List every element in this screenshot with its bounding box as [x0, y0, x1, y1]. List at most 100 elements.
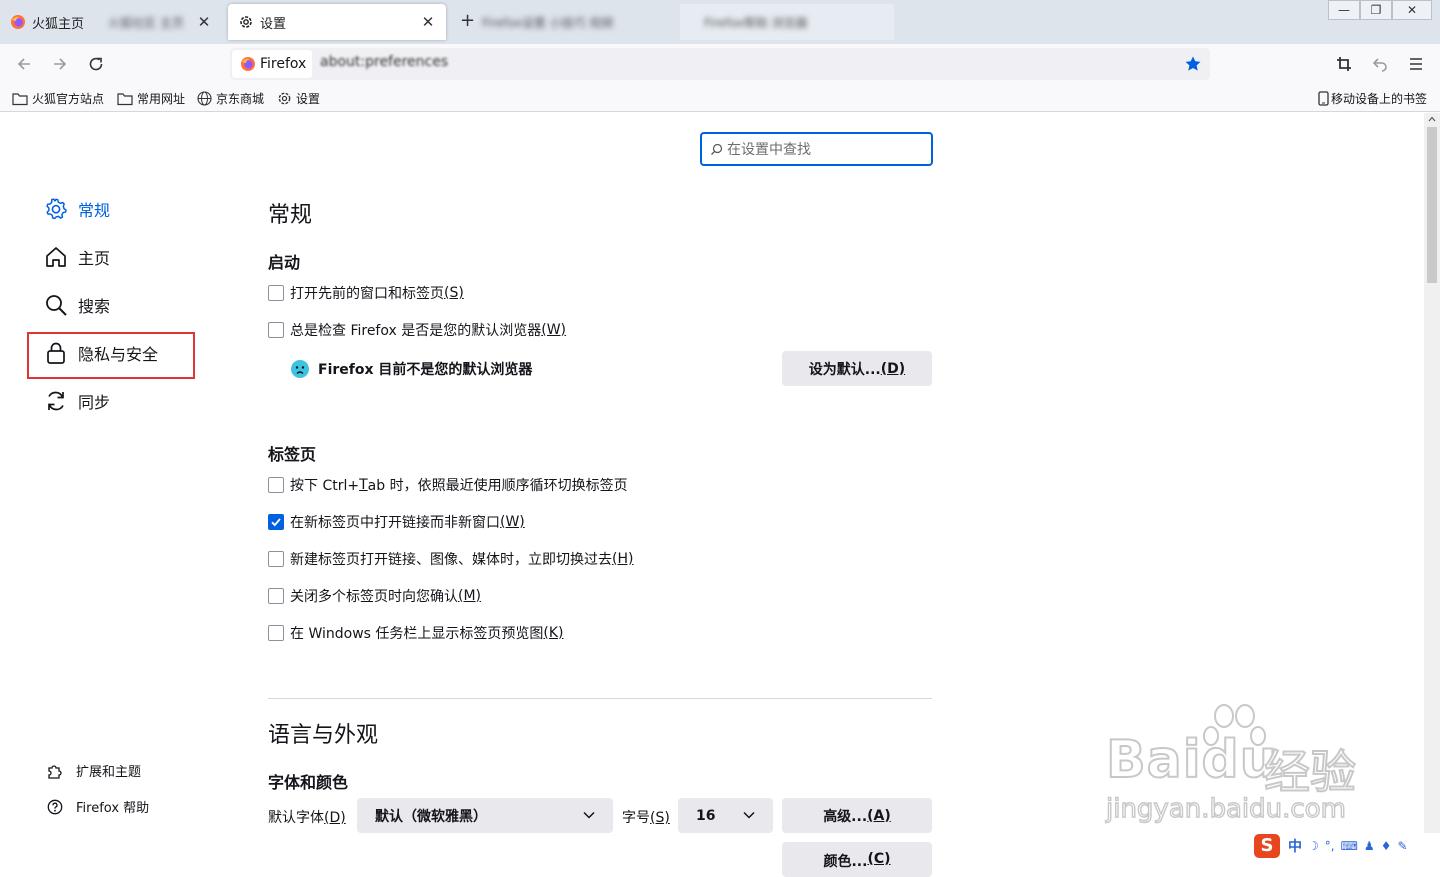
category-label: 搜索 [78, 297, 111, 316]
checkbox-box[interactable] [268, 514, 284, 530]
puzzle-piece-icon [48, 764, 62, 779]
switch-to-new-tab-checkbox[interactable]: 新建标签页打开链接、图像、媒体时，立即切换过去 (H) [268, 549, 633, 569]
access-key: (A) [867, 807, 891, 824]
bookmark-item[interactable]: 火狐官方站点 [12, 90, 104, 107]
extensions-themes-link[interactable]: 扩展和主题 [46, 761, 141, 780]
warn-close-tabs-checkbox[interactable]: 关闭多个标签页时向您确认 (M) [268, 586, 481, 606]
search-input[interactable]: 在设置中查找 [700, 132, 933, 166]
scrollbar-thumb[interactable] [1427, 127, 1437, 283]
button-label: 设为默认... [808, 361, 881, 378]
gear-icon [46, 198, 67, 220]
window-controls: — ❐ ✕ [1328, 0, 1432, 20]
bookmark-star-icon[interactable] [1184, 55, 1202, 73]
language-appearance-title: 语言与外观 [268, 723, 379, 748]
bookmark-item[interactable]: 设置 [277, 90, 320, 107]
checkbox-label: ab 时，依照最近使用顺序循环切换标签页 [367, 478, 628, 494]
label-text: 默认字体 [268, 810, 324, 826]
tab-settings[interactable]: 设置 ✕ [228, 4, 446, 40]
sync-icon [48, 391, 64, 411]
gear-icon [238, 14, 254, 30]
folder-icon [12, 92, 28, 105]
bookmark-item[interactable]: 常用网址 [117, 90, 185, 107]
screenshot-crop-icon[interactable] [1334, 54, 1354, 74]
category-general[interactable]: 常规 [44, 194, 110, 224]
user-icon[interactable]: ♟ [1364, 839, 1375, 853]
keyboard-icon[interactable]: ⌨ [1341, 839, 1358, 853]
ctrl-tab-checkbox[interactable]: 按下 Ctrl+ Tab 时，依照最近使用顺序循环切换标签页 [268, 475, 628, 495]
checkbox-label: 打开先前的窗口和标签页 [290, 286, 444, 302]
font-size-select[interactable]: 16 [678, 798, 773, 833]
set-default-button[interactable]: 设为默认... (D) [782, 351, 932, 386]
default-font-select[interactable]: 默认（微软雅黑） [357, 798, 613, 833]
status-text: Firefox 目前不是您的默认浏览器 [318, 362, 533, 378]
access-key: (M) [458, 588, 482, 604]
tab-home[interactable]: 火狐主页 火狐社区 主页 ✕ [0, 4, 222, 40]
wrench-icon[interactable]: ✎ [1397, 839, 1407, 853]
checkbox-label: 在新标签页中打开链接而非新窗口 [290, 515, 500, 531]
bookmark-label: 设置 [296, 92, 321, 106]
chevron-down-icon [583, 811, 595, 819]
restore-session-checkbox[interactable]: 打开先前的窗口和标签页 (S) [268, 283, 464, 303]
restore-button[interactable]: ❐ [1360, 0, 1392, 20]
taskbar-preview-checkbox[interactable]: 在 Windows 任务栏上显示标签页预览图 (K) [268, 623, 564, 643]
pane-title: 常规 [268, 203, 313, 228]
checkbox-box[interactable] [268, 551, 284, 567]
access-key: (H) [612, 551, 634, 567]
close-tab-icon[interactable]: ✕ [196, 14, 212, 30]
minimize-button[interactable]: — [1328, 0, 1360, 20]
hamburger-menu-icon[interactable] [1406, 54, 1426, 74]
font-size-label: 字号(S) [622, 807, 670, 827]
access-key: T [359, 477, 368, 493]
checkbox-box[interactable] [268, 588, 284, 604]
ime-mode[interactable]: 中 [1288, 836, 1302, 856]
undo-icon[interactable] [1370, 54, 1390, 74]
tab-blurred-2[interactable]: Firefox帮助 浏览器 [680, 4, 894, 40]
sogou-logo[interactable]: S [1254, 834, 1280, 858]
home-icon [46, 247, 66, 267]
category-search[interactable]: 搜索 [44, 290, 110, 320]
scroll-up-arrow-icon[interactable] [1428, 116, 1436, 122]
mobile-phone-icon [1318, 91, 1329, 106]
tab-title-blurred: Firefox帮助 浏览器 [704, 15, 808, 30]
default-browser-status: Firefox 目前不是您的默认浏览器 [290, 359, 532, 379]
category-home[interactable]: 主页 [44, 242, 110, 272]
watermark-sub: 经验 [1263, 744, 1357, 800]
search-icon [46, 295, 67, 316]
tab-title: 火狐主页 [32, 16, 85, 32]
moon-icon[interactable]: ☽ [1308, 839, 1319, 853]
category-label: 主页 [78, 249, 111, 268]
checkbox-box[interactable] [268, 625, 284, 641]
firefox-help-link[interactable]: Firefox 帮助 [46, 797, 149, 816]
button-label: 颜色... [823, 854, 868, 870]
punctuation-icon[interactable]: °, [1325, 839, 1335, 853]
colors-button[interactable]: 颜色... (C) [782, 842, 932, 877]
tab-blurred-1[interactable]: Firefox设置 小技巧 视频 [482, 4, 672, 40]
checkmark-icon [271, 518, 281, 527]
reload-icon[interactable] [86, 54, 106, 74]
checkbox-box[interactable] [268, 477, 284, 493]
checkbox-label: 新建标签页打开链接、图像、媒体时，立即切换过去 [290, 552, 612, 568]
vertical-scrollbar[interactable] [1424, 113, 1440, 859]
identity-box[interactable]: Firefox [232, 50, 312, 78]
shirt-icon[interactable]: ♦ [1381, 839, 1392, 853]
checkbox-box[interactable] [268, 322, 284, 338]
advanced-fonts-button[interactable]: 高级... (A) [782, 798, 932, 833]
close-window-button[interactable]: ✕ [1392, 0, 1432, 20]
access-key: (C) [867, 851, 891, 867]
back-arrow-icon[interactable] [14, 54, 34, 74]
checkbox-label: 总是检查 Firefox 是否是您的默认浏览器 [290, 323, 542, 339]
category-sync[interactable]: 同步 [44, 386, 110, 416]
mobile-bookmarks-item[interactable]: 移动设备上的书签 [1318, 90, 1427, 107]
new-tab-icon[interactable]: + [460, 12, 475, 30]
bookmark-item[interactable]: 京东商城 [197, 90, 264, 107]
url-bar[interactable]: Firefox about:preferences [230, 48, 1210, 80]
close-tab-icon[interactable]: ✕ [420, 14, 436, 30]
select-value: 默认（微软雅黑） [375, 808, 487, 825]
check-default-browser-checkbox[interactable]: 总是检查 Firefox 是否是您的默认浏览器 (W) [268, 320, 566, 340]
open-links-in-tabs-checkbox[interactable]: 在新标签页中打开链接而非新窗口 (W) [268, 512, 525, 532]
watermark-url: jingyan.baidu.com [1105, 793, 1346, 824]
forward-arrow-icon[interactable] [50, 54, 70, 74]
chevron-down-icon [743, 811, 755, 819]
checkbox-box[interactable] [268, 285, 284, 301]
url-text[interactable]: about:preferences [320, 54, 448, 70]
